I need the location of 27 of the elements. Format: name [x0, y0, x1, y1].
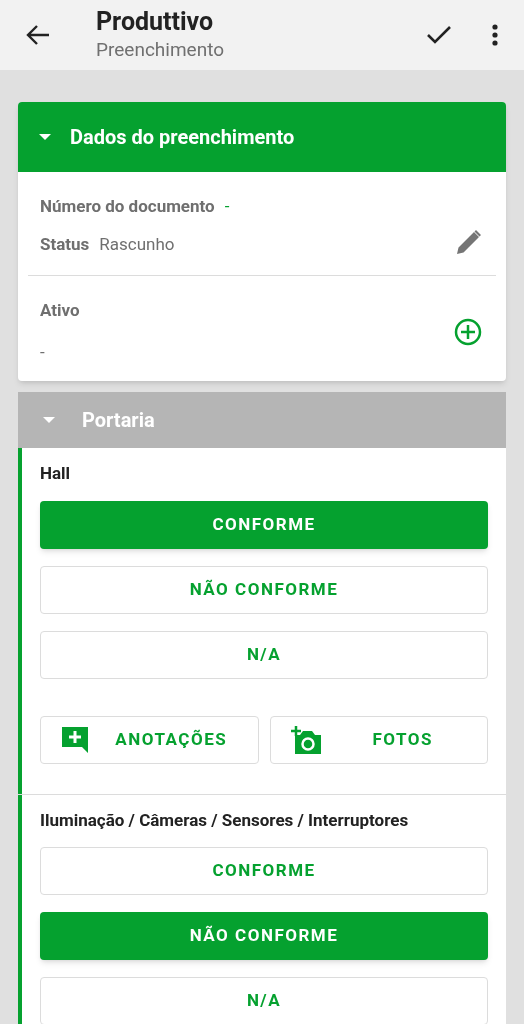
field-value: Rascunho	[99, 232, 175, 256]
field-value: -	[224, 195, 230, 218]
add-circle-icon[interactable]	[454, 317, 482, 346]
answer-option-button[interactable]: NÃO CONFORME	[40, 912, 488, 960]
question-title: Hall	[40, 462, 72, 485]
question-title: Iluminação / Câmeras / Sensores / Interruptores	[40, 808, 410, 832]
answer-option-button[interactable]: NÃO CONFORME	[40, 565, 488, 614]
add-photo-icon	[290, 724, 323, 755]
action-button[interactable]: FOTOS	[269, 715, 488, 764]
more-options-icon[interactable]	[492, 24, 498, 46]
add-comment-icon	[61, 725, 89, 754]
back-arrow-icon[interactable]	[26, 24, 50, 46]
action-button[interactable]: ANOTAÇÕES	[40, 715, 259, 764]
section-header[interactable]: Portaria	[18, 392, 506, 448]
pencil-icon[interactable]	[456, 229, 482, 255]
field-value: -	[40, 340, 46, 364]
field-label: Número do documento	[40, 195, 215, 218]
check-icon[interactable]	[426, 25, 452, 45]
answer-option-button[interactable]: CONFORME	[40, 847, 488, 895]
field-label: Ativo	[40, 299, 81, 322]
answer-option-button[interactable]: CONFORME	[40, 500, 488, 549]
app-title: Produttivo	[96, 7, 215, 37]
answer-option-button[interactable]: N/A	[40, 977, 488, 1024]
app-subtitle: Preenchimento	[96, 37, 226, 63]
card-header[interactable]: Dados do preenchimento	[18, 102, 506, 172]
answer-option-button[interactable]: N/A	[40, 630, 488, 679]
field-label: Status	[40, 232, 90, 256]
